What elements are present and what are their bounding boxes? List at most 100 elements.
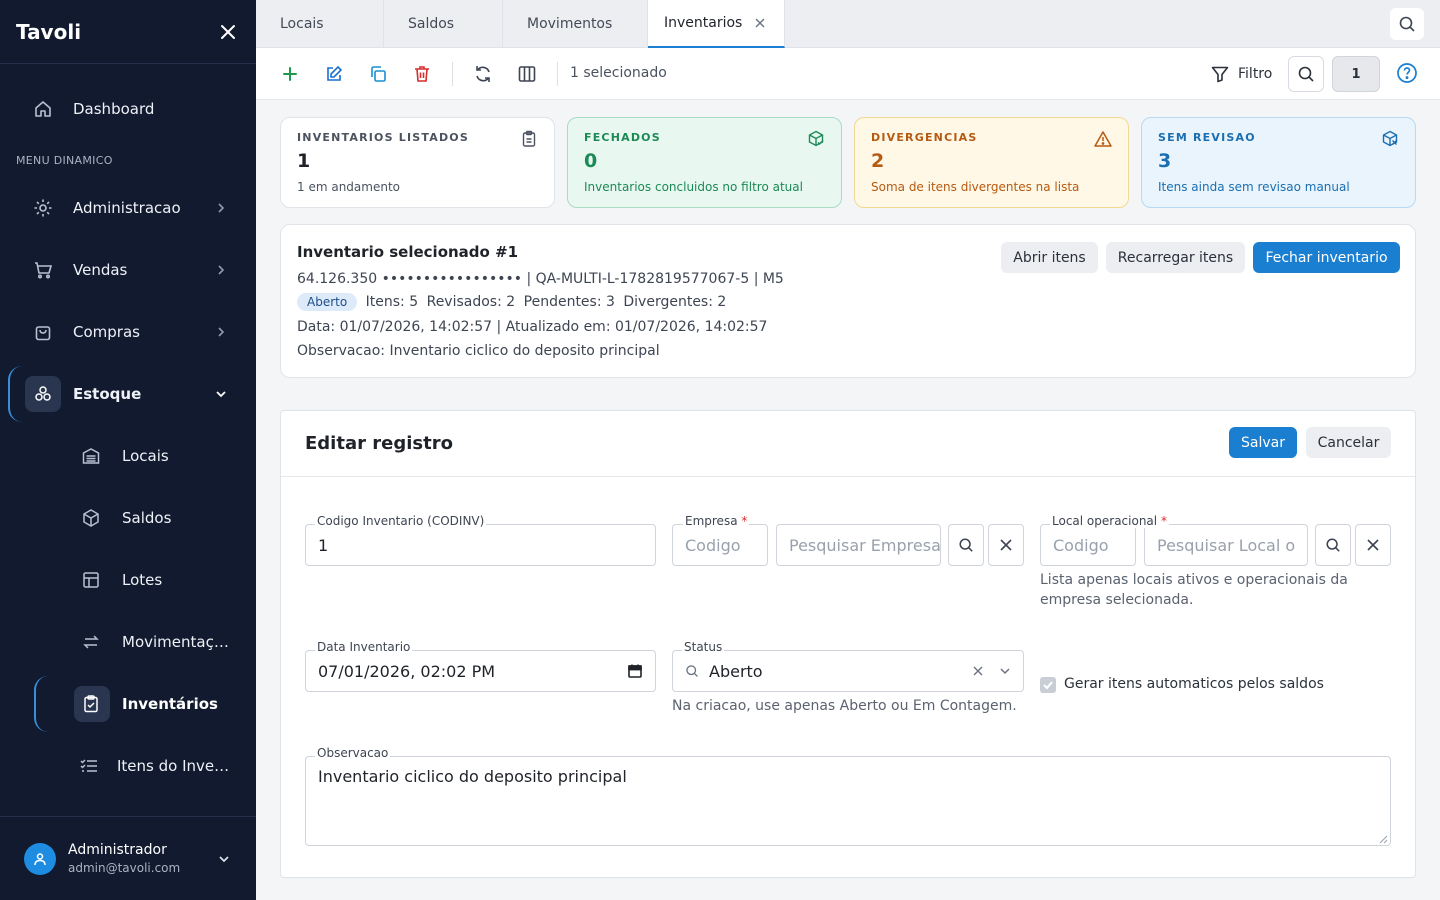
sidebar-section-label: MENU DINAMICO [16,154,113,167]
sidebar-item-itens-inventario[interactable]: Itens do Inven... [0,742,256,790]
tab-inventarios[interactable]: Inventarios [648,0,785,48]
warehouse-icon [80,445,102,467]
stat-card-title: SEM REVISAO [1158,131,1256,144]
delete-button[interactable] [410,62,434,86]
stat-card-value: 0 [584,150,598,172]
close-tab-icon[interactable] [754,17,766,29]
empresa-clear-button[interactable] [988,524,1024,566]
stat-card-fechados: FECHADOS 0 Inventarios concluidos no fil… [567,117,842,208]
selected-identifiers: 64.126.350 ••••••••••••••••• | QA-MULTI-… [297,271,784,287]
chevron-right-icon [214,263,228,277]
page-indicator[interactable]: 1 [1332,56,1380,92]
calendar-icon[interactable] [627,663,643,679]
user-name: Administrador [68,842,167,858]
tab-saldos[interactable]: Saldos [384,0,503,48]
close-inventory-button[interactable]: Fechar inventario [1253,242,1400,273]
user-menu[interactable]: Administrador admin@tavoli.com [0,816,256,900]
status-value: Aberto [709,661,763,681]
trash-icon [412,64,432,84]
resize-handle-icon[interactable] [1379,835,1388,844]
selected-note: Observacao: Inventario ciclico do deposi… [297,343,660,359]
add-button[interactable] [278,62,302,86]
avatar [24,843,56,875]
sidebar-item-dashboard[interactable]: Dashboard [0,85,256,133]
filter-label: Filtro [1238,66,1273,82]
stat-card-title: INVENTARIOS LISTADOS [297,131,469,144]
empresa-search-button[interactable] [948,524,984,566]
filter-button[interactable]: Filtro [1210,62,1272,86]
gerar-itens-label: Gerar itens automaticos pelos saldos [1064,676,1324,692]
gerar-itens-checkbox[interactable] [1040,677,1056,693]
selected-dates: Data: 01/07/2026, 14:02:57 | Atualizado … [297,319,768,335]
list-check-icon [78,755,100,777]
cancel-button[interactable]: Cancelar [1306,427,1391,458]
stat-card-title: FECHADOS [584,131,661,144]
filter-icon [1210,64,1230,84]
stat-card-divergencias: DIVERGENCIAS 2 Soma de itens divergentes… [854,117,1129,208]
warning-icon [1094,130,1112,148]
empresa-code-input[interactable]: Codigo [672,524,768,566]
boxes-icon [32,383,54,405]
sidebar-item-vendas[interactable]: Vendas [0,246,256,294]
sidebar-item-saldos[interactable]: Saldos [0,494,256,542]
layout-icon [80,569,102,591]
sidebar-item-inventarios[interactable]: Inventários [0,680,256,728]
status-select[interactable]: Aberto [672,650,1024,692]
sidebar-item-label: Administracao [73,199,181,217]
stat-card-subtitle: 1 em andamento [297,180,400,194]
data-inventario-input[interactable]: 07/01/2026, 02:02 PM [305,650,656,692]
empresa-search-input[interactable]: Pesquisar Empresa [776,524,941,566]
chevron-down-icon [214,387,228,401]
duplicate-button[interactable] [366,62,390,86]
tab-label: Movimentos [527,16,613,32]
edit-form-panel: Editar registro Salvar Cancelar 1 Codigo… [280,410,1416,878]
observacao-textarea[interactable]: Inventario ciclico do deposito principal [305,756,1391,846]
chevron-down-icon[interactable] [217,852,231,866]
columns-button[interactable] [515,62,539,86]
save-button[interactable]: Salvar [1229,427,1297,458]
sidebar-item-label: Estoque [73,385,142,403]
search-button[interactable] [1288,56,1324,92]
selected-stats: Aberto Itens: 5 Revisados: 2 Pendentes: … [297,293,730,311]
sidebar-item-locais[interactable]: Locais [0,432,256,480]
local-hint: Lista apenas locais ativos e operacionai… [1040,572,1348,608]
sidebar-item-lotes[interactable]: Lotes [0,556,256,604]
plus-icon [281,65,299,83]
sidebar-item-label: Vendas [73,261,128,279]
search-icon [1297,65,1315,83]
chevron-down-icon[interactable] [999,665,1011,677]
sidebar-item-administracao[interactable]: Administracao [0,184,256,232]
sidebar-header: Tavoli [0,0,256,64]
global-search-button[interactable] [1390,8,1424,40]
edit-button[interactable] [322,62,346,86]
sidebar-item-compras[interactable]: Compras [0,308,256,356]
local-search-button[interactable] [1315,524,1351,566]
local-code-input[interactable]: Codigo [1040,524,1136,566]
package-x-icon [1381,130,1399,148]
stat-itens: Itens: 5 [365,294,419,310]
app-logo: Tavoli [16,19,82,44]
columns-icon [517,64,537,84]
help-icon[interactable] [1396,62,1420,86]
local-search-input[interactable]: Pesquisar Local o [1144,524,1308,566]
codigo-input[interactable]: 1 [305,524,656,566]
tab-locais[interactable]: Locais [256,0,384,48]
sidebar-item-estoque[interactable]: Estoque [0,370,256,418]
clear-icon[interactable] [973,666,983,676]
chevron-right-icon [214,201,228,215]
arrows-swap-icon [80,631,102,653]
local-clear-button[interactable] [1355,524,1391,566]
stat-card-value: 1 [297,150,311,172]
sidebar-item-label: Compras [73,323,140,341]
sidebar-item-movimentacoes[interactable]: Movimentação... [0,618,256,666]
data-inventario-value: 07/01/2026, 02:02 PM [318,661,496,681]
open-items-button[interactable]: Abrir itens [1001,242,1098,273]
close-icon [1367,539,1379,551]
reload-items-button[interactable]: Recarregar itens [1106,242,1245,273]
refresh-button[interactable] [471,62,495,86]
gear-icon [32,197,54,219]
tab-movimentos[interactable]: Movimentos [503,0,648,48]
package-check-icon [807,130,825,148]
stat-card-subtitle: Itens ainda sem revisao manual [1158,180,1350,194]
close-sidebar-icon[interactable] [216,20,240,44]
